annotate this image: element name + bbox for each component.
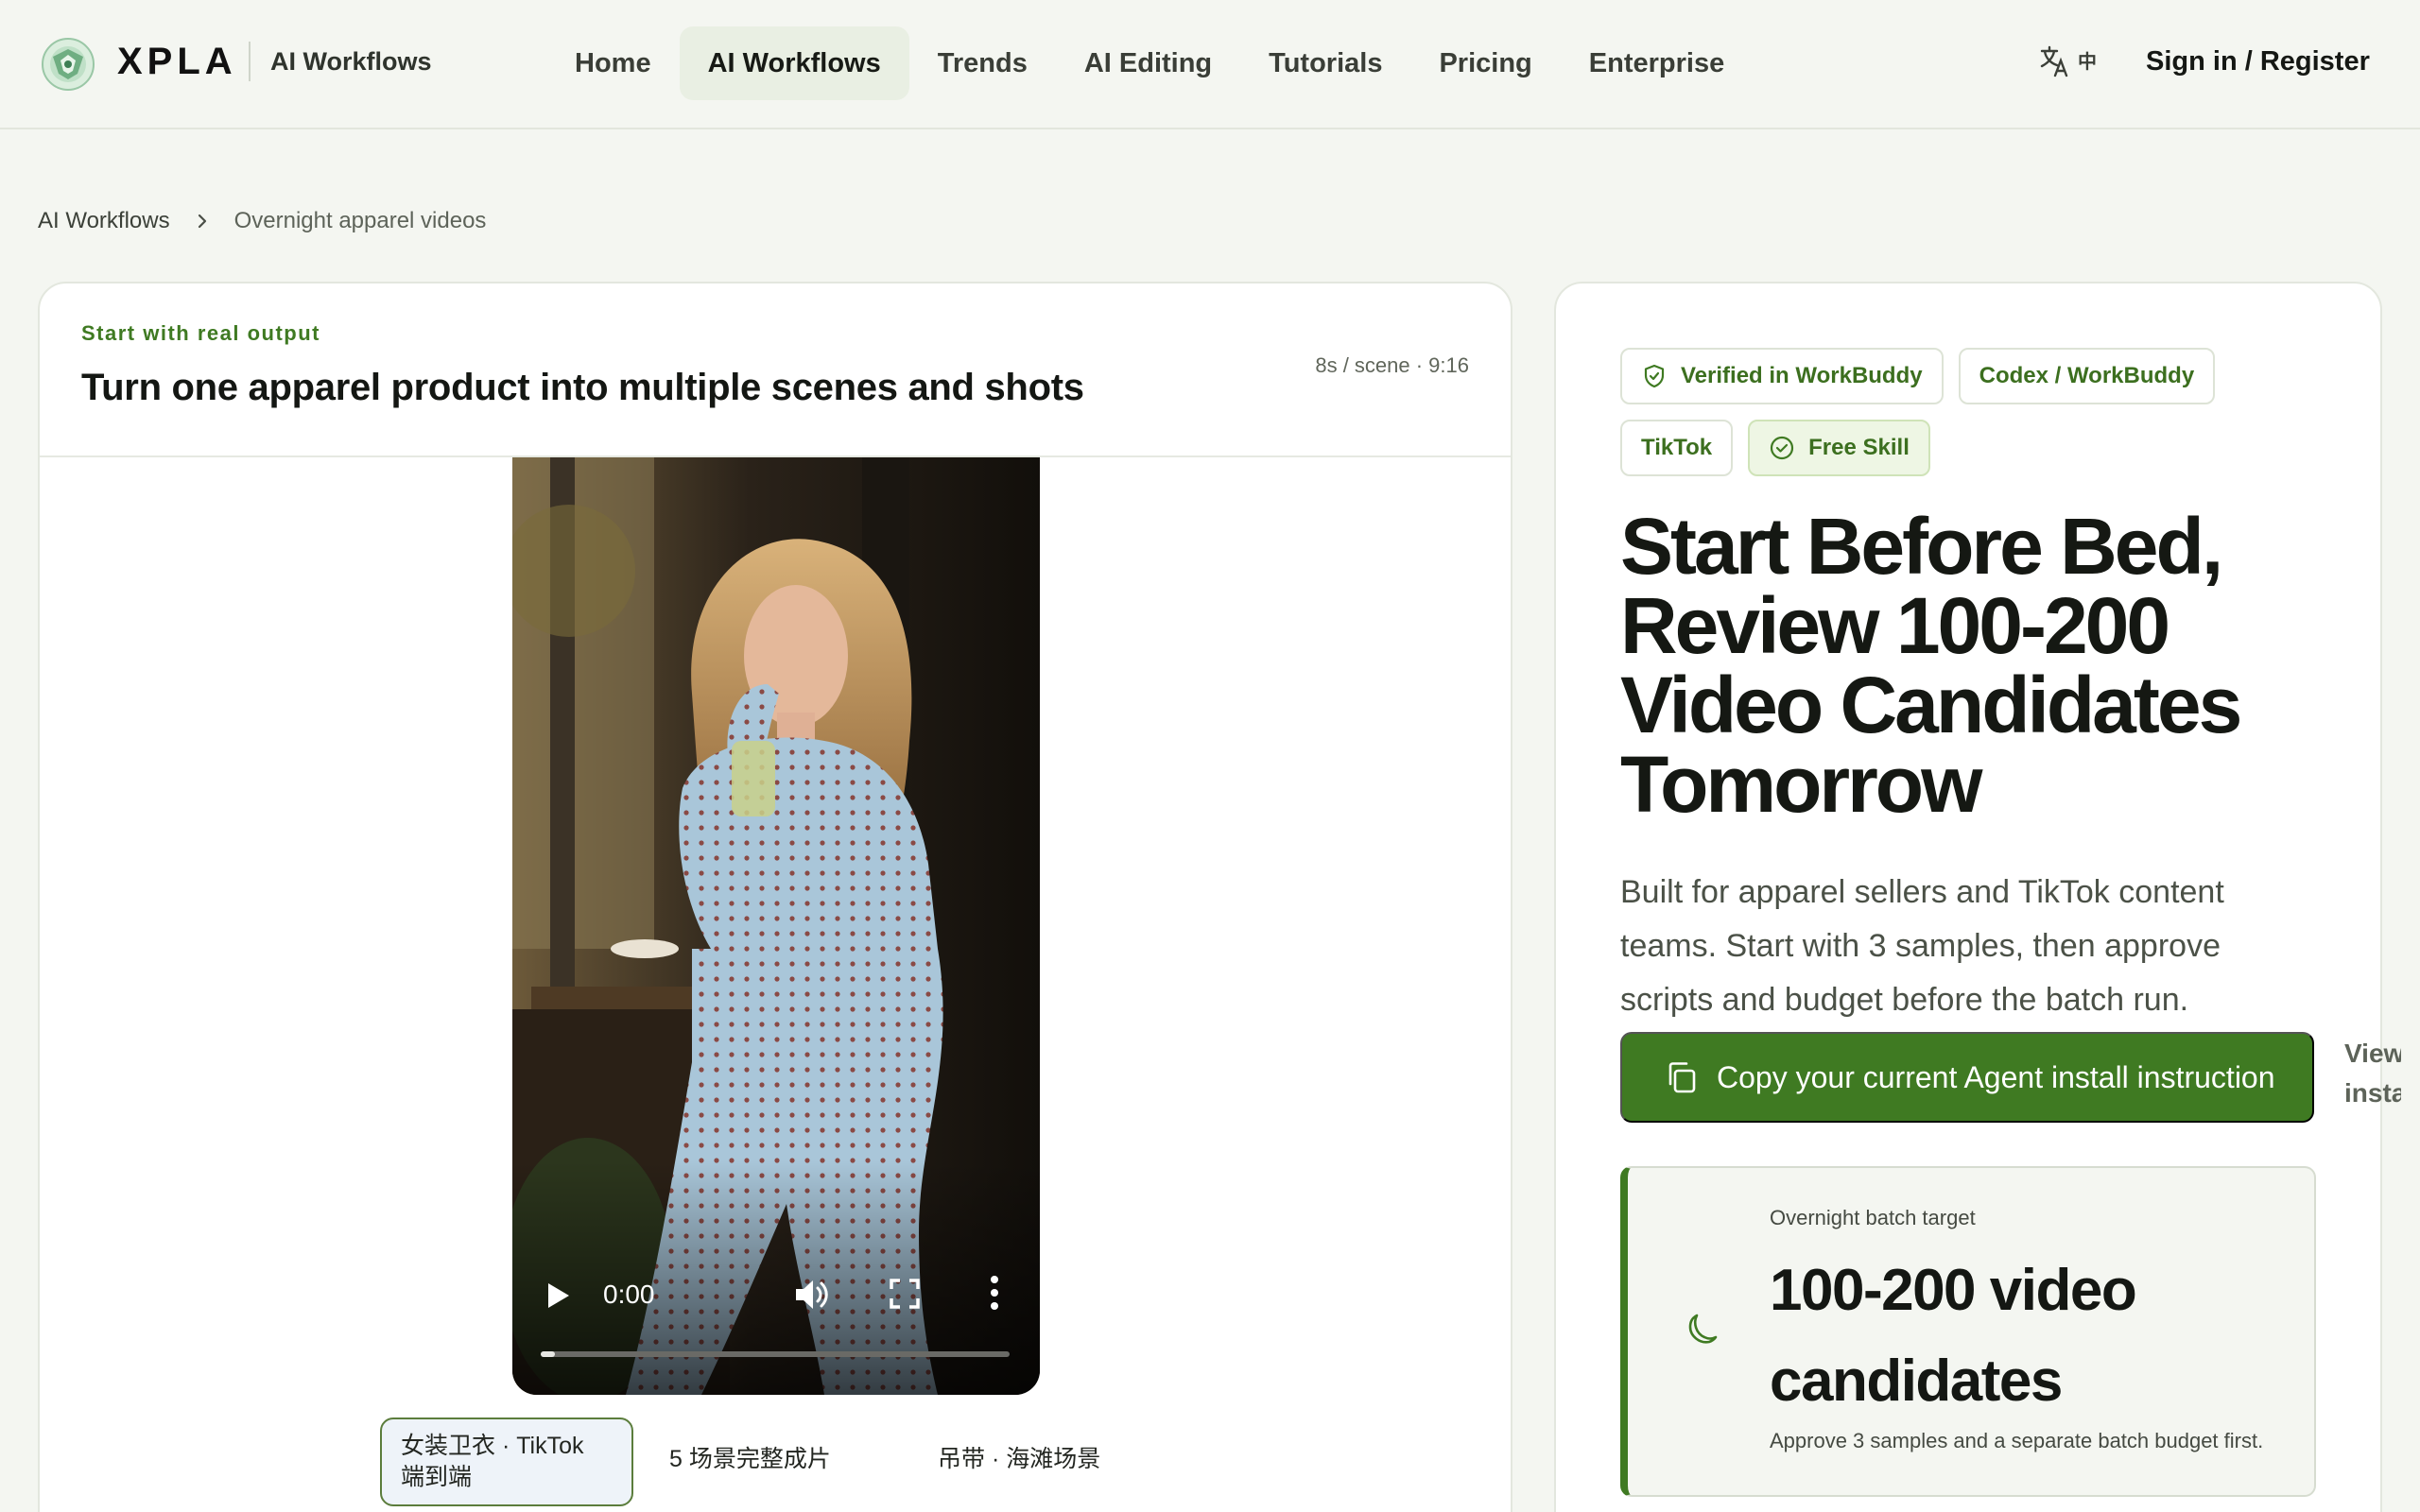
scene-tab-camisole-beach[interactable]: 吊带 · 海滩场景: [917, 1418, 1170, 1506]
breadcrumb: AI Workflows Overnight apparel videos: [38, 204, 486, 238]
copy-install-instruction-button[interactable]: Copy your current Agent install instruct…: [1620, 1032, 2314, 1123]
hero-subtitle: Built for apparel sellers and TikTok con…: [1620, 874, 2224, 1018]
video-player[interactable]: 0:00: [512, 457, 1040, 1395]
top-header: XPLA AI Workflows Home AI Workflows Tren…: [0, 0, 2420, 129]
sample-output-card: Start with real output Turn one apparel …: [38, 282, 1512, 1512]
video-current-time: 0:00: [603, 1280, 655, 1309]
signin-register-link[interactable]: Sign in / Register: [2146, 42, 2370, 81]
moon-icon: [1688, 1314, 1718, 1344]
nav-home[interactable]: Home: [546, 26, 680, 100]
view-install-link[interactable]: View install: [2344, 1034, 2401, 1113]
nav-enterprise[interactable]: Enterprise: [1561, 26, 1753, 100]
badge-label: Codex / WorkBuddy: [1979, 363, 2195, 388]
workflow-info-card: Verified in WorkBuddy Codex / WorkBuddy …: [1554, 282, 2401, 1512]
card-title: Turn one apparel product into multiple s…: [81, 367, 1084, 408]
xpla-logo-icon[interactable]: [40, 36, 96, 93]
badge-verified-workbuddy: Verified in WorkBuddy: [1620, 348, 1944, 404]
scene-tab-five-scenes[interactable]: 5 场景完整成片: [648, 1418, 902, 1506]
badge-free-skill: Free Skill: [1748, 420, 1930, 476]
target-value: 100-200 video candidates: [1770, 1258, 2137, 1414]
chevron-right-icon: [198, 214, 206, 229]
badge-label: Verified in WorkBuddy: [1681, 363, 1923, 388]
overnight-target-panel: Overnight batch target 100-200 video can…: [1620, 1166, 2316, 1497]
card-eyebrow: Start with real output: [81, 321, 320, 345]
badge-codex-workbuddy: Codex / WorkBuddy: [1958, 348, 2216, 404]
brand-divider: [249, 42, 251, 81]
fullscreen-icon[interactable]: [889, 1278, 921, 1310]
nav-trends[interactable]: Trends: [909, 26, 1056, 100]
cta-label: Copy your current Agent install instruct…: [1717, 1059, 2275, 1094]
nav-ai-workflows[interactable]: AI Workflows: [679, 26, 909, 100]
lang-label: 中: [2078, 50, 2097, 73]
hero-title: Start Before Bed, Review 100-200 Video C…: [1620, 502, 2242, 829]
badge-tiktok: TikTok: [1620, 420, 1734, 476]
language-switcher[interactable]: 中: [2038, 43, 2104, 81]
video-spec-meta: 8s / scene · 9:16: [1315, 353, 1469, 377]
badge-list: Verified in WorkBuddy Codex / WorkBuddy …: [1620, 348, 2320, 476]
nav-ai-editing[interactable]: AI Editing: [1056, 26, 1240, 100]
target-note: Approve 3 samples and a separate batch b…: [1770, 1429, 2264, 1452]
play-icon[interactable]: [541, 1280, 573, 1312]
video-progress-fill: [541, 1351, 555, 1357]
badge-label: Free Skill: [1808, 435, 1910, 460]
breadcrumb-root[interactable]: AI Workflows: [38, 204, 170, 238]
brand-section-label[interactable]: AI Workflows: [270, 42, 432, 81]
scene-tab-hoodie-tiktok[interactable]: 女装卫衣 · TikTok 端到端: [380, 1418, 633, 1506]
video-progress-bar[interactable]: [541, 1351, 1010, 1357]
nav-pricing[interactable]: Pricing: [1410, 26, 1560, 100]
nav-tutorials[interactable]: Tutorials: [1240, 26, 1410, 100]
breadcrumb-current: Overnight apparel videos: [233, 208, 487, 233]
scene-tab-list: 女装卫衣 · TikTok 端到端 5 场景完整成片 吊带 · 海滩场景: [380, 1418, 1170, 1506]
check-circle-icon: [1771, 436, 1794, 460]
shield-check-icon: [1644, 364, 1665, 388]
video-frame-image: [512, 457, 1040, 1395]
badge-label: TikTok: [1641, 435, 1713, 460]
target-label: Overnight batch target: [1770, 1206, 1976, 1229]
more-options-icon[interactable]: [989, 1274, 1000, 1312]
copy-icon: [1668, 1062, 1696, 1093]
brand-name[interactable]: XPLA: [117, 38, 237, 85]
translate-icon: 中: [2040, 45, 2097, 77]
volume-icon[interactable]: [792, 1276, 830, 1314]
main-nav: Home AI Workflows Trends AI Editing Tuto…: [546, 26, 1753, 100]
